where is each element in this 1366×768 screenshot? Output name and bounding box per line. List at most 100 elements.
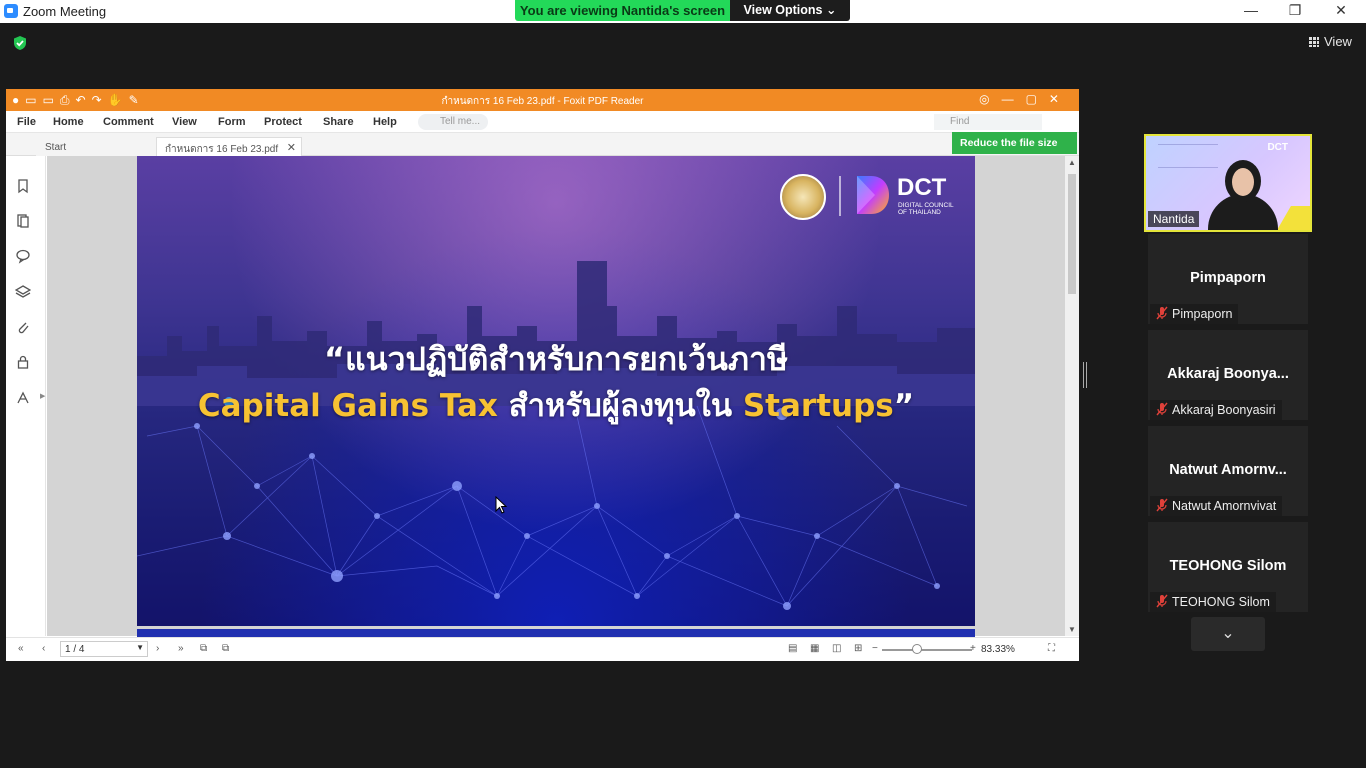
continuous-facing-icon[interactable]: ⊞	[854, 643, 862, 654]
zoom-app-icon	[4, 4, 18, 18]
attachment-icon[interactable]	[15, 319, 31, 335]
menu-file[interactable]: File	[17, 116, 36, 128]
participant-footer-name: Pimpaporn	[1172, 307, 1233, 321]
participant-display-name: Pimpaporn	[1190, 270, 1266, 286]
participant-tile[interactable]: Akkaraj Boonya... Akkaraj Boonyasiri	[1148, 330, 1308, 420]
tell-me-search[interactable]: Tell me...	[418, 114, 488, 130]
viewing-screen-banner: You are viewing Nantida's screen	[515, 0, 730, 21]
video-background-accent	[1277, 206, 1310, 230]
sidebar-expand-icon[interactable]: ▶	[40, 392, 45, 400]
bookmark-icon[interactable]	[15, 178, 31, 194]
restore-button[interactable]: ❐	[1272, 0, 1318, 23]
find-input[interactable]: Find	[934, 114, 1042, 130]
dct-logo-subtitle: DIGITAL COUNCIL OF THAILAND	[898, 202, 954, 216]
dct-logo-mark	[857, 176, 889, 214]
layers-icon[interactable]	[15, 284, 31, 300]
next-page-edge	[137, 629, 975, 637]
participant-tile[interactable]: Natwut Amornv... Natwut Amornvivat	[1148, 426, 1308, 516]
participant-display-name: Natwut Amornv...	[1169, 462, 1287, 478]
slide-heading-line2: Capital Gains Tax สำหรับผู้ลงทุนใน Start…	[137, 380, 975, 430]
menu-home[interactable]: Home	[53, 116, 84, 128]
participant-display-name: TEOHONG Silom	[1169, 558, 1287, 574]
tab-document[interactable]: กำหนดการ 16 Feb 23.pdf ✕	[156, 137, 302, 156]
menu-protect[interactable]: Protect	[264, 116, 302, 128]
foxit-tab-bar: Start กำหนดการ 16 Feb 23.pdf ✕	[6, 133, 1079, 156]
participant-footer: TEOHONG Silom	[1150, 592, 1276, 612]
view-options-label: View Options	[743, 3, 823, 17]
participants-scroll-down-button[interactable]: ⌄	[1191, 617, 1265, 651]
zoom-titlebar: Zoom Meeting You are viewing Nantida's s…	[0, 0, 1366, 23]
participant-tile[interactable]: TEOHONG Silom TEOHONG Silom	[1148, 522, 1308, 612]
menu-help[interactable]: Help	[373, 116, 397, 128]
menu-view[interactable]: View	[172, 116, 197, 128]
mouse-cursor-icon	[495, 496, 507, 514]
scroll-down-icon[interactable]: ▼	[1068, 625, 1076, 634]
muted-mic-icon	[1156, 594, 1168, 608]
tab-start[interactable]: Start	[36, 137, 156, 156]
zoom-slider-track[interactable]	[882, 649, 972, 651]
tab-document-label: กำหนดการ 16 Feb 23.pdf	[165, 144, 279, 155]
menu-form[interactable]: Form	[218, 116, 246, 128]
zoom-slider-knob[interactable]	[912, 644, 922, 654]
security-shield-icon[interactable]	[12, 35, 28, 51]
participant-display-name: Akkaraj Boonya...	[1167, 366, 1289, 382]
reduce-file-size-button[interactable]: Reduce the file size	[952, 132, 1077, 154]
zoom-level[interactable]: 83.33%	[981, 644, 1015, 655]
tab-start-label: Start	[45, 142, 67, 153]
security-lock-icon[interactable]	[15, 354, 31, 370]
menu-share[interactable]: Share	[323, 116, 354, 128]
previous-view-icon[interactable]: ⧉	[200, 643, 207, 654]
participant-footer: Akkaraj Boonyasiri	[1150, 400, 1282, 420]
close-tab-icon[interactable]: ✕	[287, 141, 296, 154]
panel-splitter-handle[interactable]	[1083, 362, 1087, 388]
signature-icon[interactable]	[15, 390, 31, 406]
participant-tile[interactable]: Pimpaporn Pimpaporn	[1148, 234, 1308, 324]
video-background-text-block	[1158, 144, 1218, 168]
video-background-logo: DCT	[1267, 142, 1288, 153]
foxit-titlebar: ●▭▭⎙↶↷✋✎ กำหนดการ 16 Feb 23.pdf - Foxit …	[6, 89, 1079, 111]
next-view-icon[interactable]: ⧉	[222, 643, 229, 654]
page-number-input[interactable]: 1 / 4 ▼	[60, 641, 148, 657]
view-button-label: View	[1324, 34, 1352, 49]
view-button[interactable]: View	[1308, 34, 1352, 49]
dct-logo-text: DCT	[897, 174, 947, 201]
foxit-status-bar: « ‹ 1 / 4 ▼ › » ⧉ ⧉ ▤ ▦ ◫ ⊞ − + 83.33% ⛶	[6, 637, 1079, 661]
pages-icon[interactable]	[15, 213, 31, 229]
find-placeholder: Find	[950, 116, 970, 127]
continuous-page-icon[interactable]: ▦	[810, 643, 819, 654]
slide-for-investors-text: สำหรับผู้ลงทุนใน	[497, 388, 743, 424]
zoom-in-icon[interactable]: +	[970, 643, 976, 654]
single-page-icon[interactable]: ▤	[788, 643, 797, 654]
last-page-icon[interactable]: »	[178, 643, 184, 654]
minimize-button[interactable]: —	[1228, 0, 1274, 23]
muted-mic-icon	[1156, 498, 1168, 512]
chevron-down-icon: ⌄	[825, 3, 837, 17]
fullscreen-icon[interactable]: ⛶	[1048, 643, 1055, 654]
menu-comment[interactable]: Comment	[103, 116, 154, 128]
comments-icon[interactable]	[15, 248, 31, 264]
first-page-icon[interactable]: «	[18, 643, 24, 654]
close-button[interactable]: ✕	[1318, 0, 1364, 23]
shared-screen-foxit: ●▭▭⎙↶↷✋✎ กำหนดการ 16 Feb 23.pdf - Foxit …	[6, 89, 1079, 661]
document-scrollbar[interactable]: ▲ ▼	[1065, 156, 1079, 636]
slide-close-quote: ”	[893, 388, 915, 424]
participant-footer: Pimpaporn	[1150, 304, 1239, 324]
page-dropdown-icon[interactable]: ▼	[136, 643, 144, 652]
participant-name-tag: Nantida	[1148, 211, 1200, 227]
slide-heading-line1: “แนวปฏิบัติสำหรับการยกเว้นภาษี	[323, 340, 789, 378]
scrollbar-thumb[interactable]	[1068, 174, 1076, 294]
scroll-up-icon[interactable]: ▲	[1068, 158, 1076, 167]
zoom-out-icon[interactable]: −	[872, 643, 878, 654]
view-options-button[interactable]: View Options ⌄	[730, 0, 850, 21]
video-tile-active-speaker[interactable]: DCT Nantida	[1144, 134, 1312, 232]
participant-footer-name: Akkaraj Boonyasiri	[1172, 403, 1276, 417]
foxit-menu-bar: File Home Comment View Form Protect Shar…	[6, 111, 1079, 133]
previous-page-icon[interactable]: ‹	[42, 643, 45, 654]
pdf-slide-page: DCT DIGITAL COUNCIL OF THAILAND “แนวปฏิบ…	[137, 156, 975, 626]
participant-footer-name: TEOHONG Silom	[1172, 595, 1270, 609]
tell-me-placeholder: Tell me...	[440, 116, 481, 127]
facing-page-icon[interactable]: ◫	[832, 643, 841, 654]
participant-footer: Natwut Amornvivat	[1150, 496, 1283, 516]
foxit-window-controls: ◎—▢✕	[979, 92, 1071, 106]
next-page-icon[interactable]: ›	[156, 643, 159, 654]
